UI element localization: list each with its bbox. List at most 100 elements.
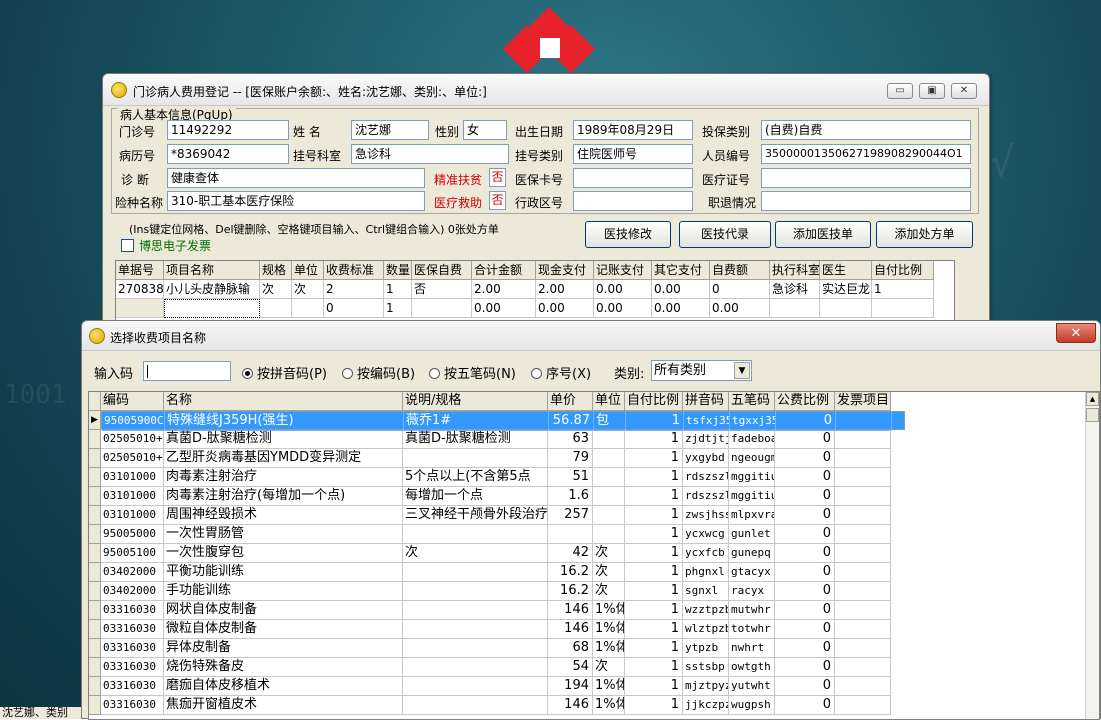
grid-header-cell[interactable]: 自付比例	[625, 392, 683, 411]
grid-cell[interactable]	[403, 601, 548, 620]
insurance-field[interactable]: 310-职工基本医疗保险	[167, 191, 425, 211]
grid-cell[interactable]: 257	[548, 506, 593, 525]
grid-cell[interactable]: wugpsh	[729, 696, 775, 715]
grid-cell[interactable]: 手功能训练	[164, 582, 403, 601]
grid-cell[interactable]: 2708380	[116, 280, 164, 299]
grid-cell[interactable]: 1%体	[593, 639, 625, 658]
grid-header-cell[interactable]: 执行科室	[770, 261, 820, 280]
dropdown-arrow-icon[interactable]: ▼	[734, 362, 750, 379]
table-row[interactable]: 95005000 一次性胃肠管 1 ycxwcg gunlet 0	[101, 525, 905, 544]
row-indicator[interactable]	[89, 601, 101, 620]
grid-cell[interactable]: 0	[775, 506, 835, 525]
grid-header-cell[interactable]: 单据号	[116, 261, 164, 280]
grid-header-cell[interactable]: 单价	[548, 392, 593, 411]
grid-header-cell[interactable]: 医生	[820, 261, 872, 280]
grid-cell[interactable]: 16.2	[548, 582, 593, 601]
grid-header-cell[interactable]: 名称	[164, 392, 403, 411]
grid-cell[interactable]: mlpxvra	[729, 506, 775, 525]
grid-cell[interactable]: rdszszl	[683, 468, 729, 487]
grid-cell[interactable]: zjdtjtj	[683, 430, 729, 449]
grid-cell[interactable]: 0	[775, 601, 835, 620]
table-row[interactable]: 95005900C特殊缝线J359H(强生)薇乔1#56.87包1tsfxj35…	[101, 411, 905, 431]
add-prescription-button[interactable]: 添加处方单	[876, 221, 973, 248]
grid-cell[interactable]: 03316030	[101, 677, 164, 696]
table-row[interactable]: 02505010+ 真菌D-肽聚糖检测 真菌D-肽聚糖检测 63 1 zjdtjtj fad…	[101, 430, 905, 449]
poverty-field[interactable]: 否	[489, 168, 506, 187]
table-row[interactable]: 03316030磨痂自体皮移植术 1941%体1mjztpyzyutwht0	[101, 677, 905, 696]
insure-type-field[interactable]: (自费)自费	[761, 120, 971, 140]
grid-cell[interactable]	[403, 525, 548, 544]
grid-cell[interactable]: 2.00	[536, 280, 594, 299]
grid-header-cell[interactable]: 说明/规格	[403, 392, 548, 411]
grid-cell[interactable]: 否	[412, 280, 472, 299]
grid-cell[interactable]: 0	[775, 620, 835, 639]
grid-cell[interactable]: 1	[625, 525, 683, 544]
diagnosis-field[interactable]: 健康查体	[167, 168, 425, 188]
grid-cell[interactable]: 1%体	[593, 620, 625, 639]
grid-cell[interactable]: 0	[776, 412, 836, 431]
grid-cell[interactable]: 0.00	[710, 299, 770, 318]
add-tech-order-button[interactable]: 添加医技单	[775, 221, 871, 248]
grid-header-cell[interactable]: 其它支付	[652, 261, 710, 280]
grid-cell[interactable]: 03316030	[101, 620, 164, 639]
grid-cell[interactable]	[835, 620, 891, 639]
grid-cell[interactable]: 1.6	[548, 487, 593, 506]
grid-cell[interactable]: 0	[775, 449, 835, 468]
row-indicator[interactable]	[89, 430, 101, 449]
grid-cell[interactable]: 03101000	[101, 468, 164, 487]
grid-header-cell[interactable]: 五笔码	[729, 392, 775, 411]
grid-cell[interactable]: 1	[625, 544, 683, 563]
grid-cell[interactable]	[835, 506, 891, 525]
grid-cell[interactable]: 2.00	[472, 280, 536, 299]
grid-cell[interactable]: 1%体	[593, 696, 625, 715]
grid-cell[interactable]: phgnxl	[683, 563, 729, 582]
name-field[interactable]: 沈艺娜	[351, 120, 429, 140]
grid-cell[interactable]: 1	[625, 563, 683, 582]
table-row[interactable]: 95005100 一次性腹穿包次 42 次 1 ycxfcb gunepq 0	[101, 544, 905, 563]
option-wubi[interactable]: 按五笔码(N)	[429, 363, 516, 382]
retire-field[interactable]	[761, 191, 971, 211]
grid-header-cell[interactable]: 拼音码	[683, 392, 729, 411]
grid-cell[interactable]: 小儿头皮静脉输	[164, 280, 260, 299]
grid-cell[interactable]: 一次性胃肠管	[164, 525, 403, 544]
grid-cell[interactable]	[593, 487, 625, 506]
table-row[interactable]: 03316030 烧伤特殊备皮 54 次 1 sstsbp owtgth 0	[101, 658, 905, 677]
tech-proxy-button[interactable]: 医技代录	[679, 221, 771, 248]
close-button[interactable]: ✕	[951, 83, 977, 99]
grid-cell[interactable]	[835, 582, 891, 601]
record-no-field[interactable]: *8369042	[167, 144, 289, 164]
grid-cell[interactable]	[835, 487, 891, 506]
birth-date-field[interactable]: 1989年08月29日	[573, 120, 693, 140]
close-button[interactable]: ✕	[1056, 323, 1096, 343]
grid-cell[interactable]: 42	[548, 544, 593, 563]
card-no-field[interactable]	[573, 168, 693, 188]
grid-cell[interactable]: 0	[775, 544, 835, 563]
table-row[interactable]: 03316030焦痂开窗植皮术 1461%体1jjkczpzwugpsh0	[101, 696, 905, 715]
grid-cell[interactable]	[548, 525, 593, 544]
option-code[interactable]: 按编码(B)	[342, 363, 415, 382]
grid-cell[interactable]: 肉毒素注射治疗	[164, 468, 403, 487]
grid-cell[interactable]: 02505010+	[101, 449, 164, 468]
row-indicator[interactable]	[89, 563, 101, 582]
grid-cell[interactable]: racyx	[729, 582, 775, 601]
grid-cell[interactable]	[403, 582, 548, 601]
grid-cell[interactable]: 51	[548, 468, 593, 487]
grid-cell[interactable]: 三叉神经干颅骨外段治疗	[403, 506, 548, 525]
grid-cell[interactable]	[835, 544, 891, 563]
grid-cell[interactable]: 1	[384, 280, 412, 299]
scroll-thumb[interactable]	[1086, 408, 1099, 422]
grid-cell[interactable]	[593, 506, 625, 525]
grid-cell[interactable]: 0.00	[652, 280, 710, 299]
grid-cell[interactable]: 次	[593, 563, 625, 582]
category-select[interactable]: 所有类别 ▼	[651, 360, 752, 381]
grid-cell[interactable]: 0.00	[652, 299, 710, 318]
grid-cell[interactable]: 146	[548, 696, 593, 715]
grid-cell[interactable]	[292, 299, 324, 318]
grid-cell[interactable]: 2	[324, 280, 384, 299]
grid-cell[interactable]: 03316030	[101, 639, 164, 658]
row-indicator[interactable]	[89, 677, 101, 696]
grid-cell[interactable]: 一次性腹穿包	[164, 544, 403, 563]
grid-cell[interactable]	[835, 639, 891, 658]
grid-cell[interactable]: tgxxj359	[730, 412, 776, 431]
row-indicator[interactable]	[89, 449, 101, 468]
